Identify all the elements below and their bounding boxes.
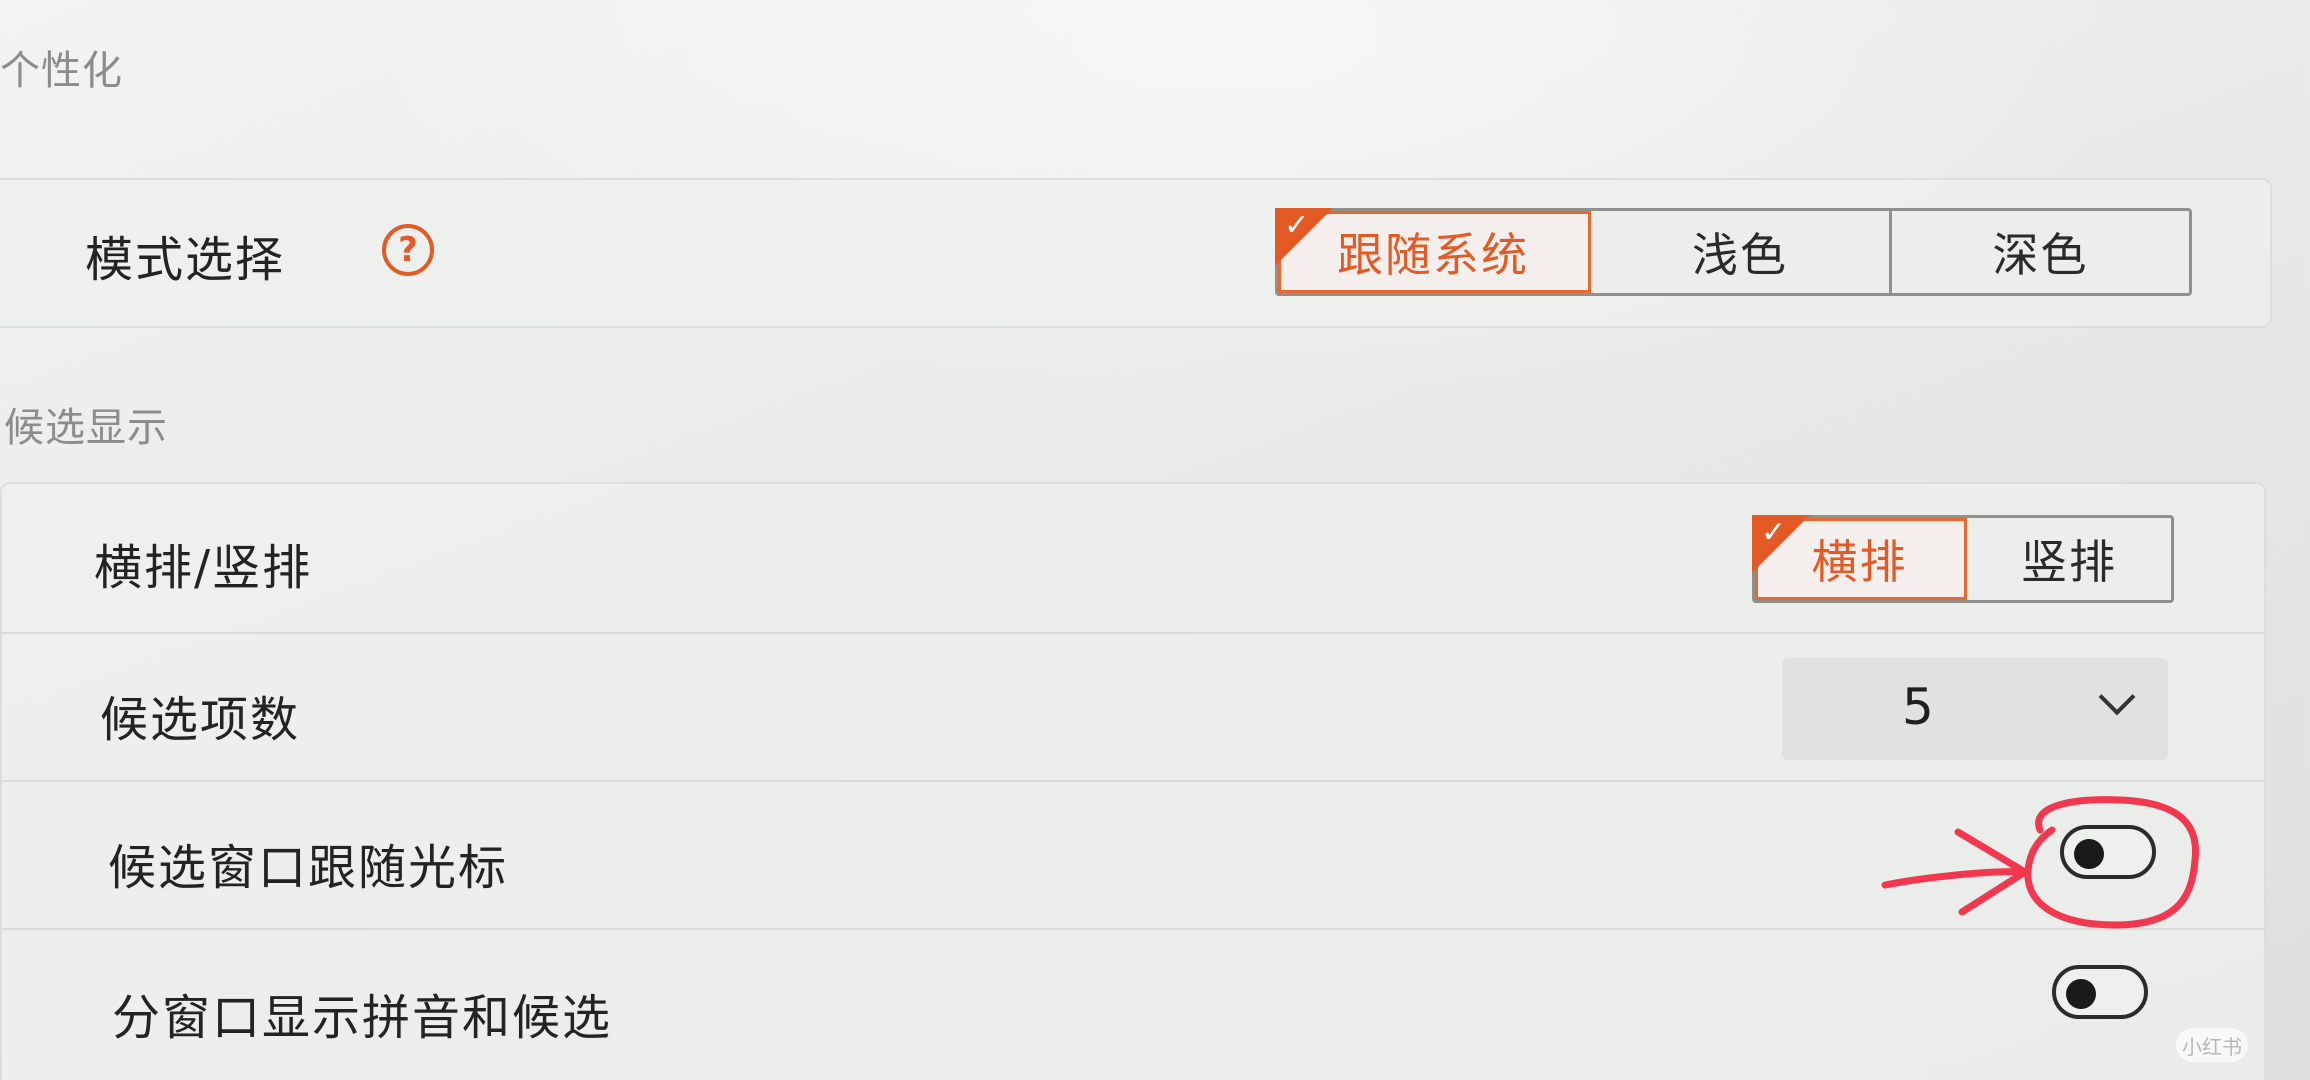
follow-cursor-label: 候选窗口跟随光标 xyxy=(108,840,509,896)
candidate-count-select[interactable]: 5 xyxy=(1782,658,2168,760)
mode-label: 模式选择 xyxy=(85,232,286,288)
row-divider xyxy=(0,928,2266,930)
row-divider xyxy=(0,780,2266,782)
check-mark-icon: ✓ xyxy=(1284,208,1312,243)
mode-option-light[interactable]: 浅色 xyxy=(1591,211,1892,293)
mode-option-follow-system[interactable]: ✓ 跟随系统 xyxy=(1275,208,1591,293)
orientation-option-horizontal[interactable]: ✓ 横排 xyxy=(1752,515,1967,600)
orientation-label: 横排/竖排 xyxy=(94,540,313,596)
section-title-candidate-display: 候选显示 xyxy=(4,405,168,451)
section-title-personalization: 个性化 xyxy=(0,48,123,94)
mode-segmented-control: ✓ 跟随系统 浅色 深色 xyxy=(1275,208,2192,296)
row-divider xyxy=(0,632,2266,634)
candidate-count-value: 5 xyxy=(1902,678,1934,736)
candidate-count-label: 候选项数 xyxy=(100,692,301,748)
mode-option-label: 跟随系统 xyxy=(1336,228,1529,282)
follow-cursor-toggle[interactable] xyxy=(2060,825,2156,879)
orientation-option-label: 竖排 xyxy=(2020,535,2117,589)
orientation-option-vertical[interactable]: 竖排 xyxy=(1967,518,2171,600)
watermark-badge: 小红书 xyxy=(2176,1028,2248,1062)
mode-option-dark[interactable]: 深色 xyxy=(1892,211,2189,293)
split-window-toggle[interactable] xyxy=(2052,965,2148,1019)
toggle-knob xyxy=(2066,979,2096,1009)
orientation-segmented-control: ✓ 横排 竖排 xyxy=(1752,515,2174,603)
toggle-knob xyxy=(2074,839,2104,869)
question-circle-icon[interactable]: ? xyxy=(382,224,434,276)
split-window-label: 分窗口显示拼音和候选 xyxy=(112,990,613,1046)
orientation-option-label: 横排 xyxy=(1811,535,1908,589)
mode-option-label: 浅色 xyxy=(1691,228,1788,282)
check-mark-icon: ✓ xyxy=(1761,515,1789,550)
chevron-down-icon xyxy=(2098,678,2136,716)
mode-option-label: 深色 xyxy=(1992,228,2089,282)
